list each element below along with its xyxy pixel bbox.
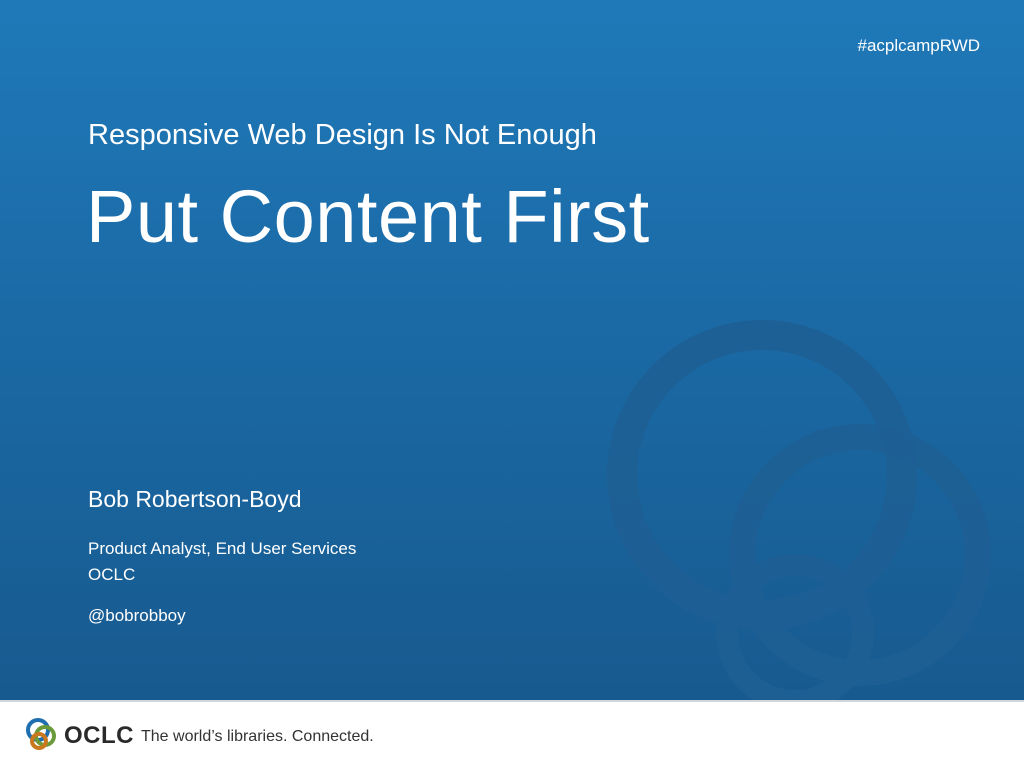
hashtag: #acplcampRWD	[857, 36, 980, 55]
slide-title: Put Content First	[86, 175, 650, 258]
author-organization: OCLC	[88, 565, 136, 584]
rings-decoration-icon	[607, 320, 991, 700]
footer-tagline: The world’s libraries. Connected.	[141, 728, 374, 745]
oclc-logo-icon	[26, 718, 56, 750]
slide-background: #acplcampRWD Responsive Web Design Is No…	[0, 0, 1024, 700]
author-handle: @bobrobboy	[88, 606, 186, 625]
author-role-title: Product Analyst, End User Services	[88, 539, 357, 558]
slide-subtitle: Responsive Web Design Is Not Enough	[88, 119, 597, 151]
slide: #acplcampRWD Responsive Web Design Is No…	[0, 0, 1024, 768]
author-role: Product Analyst, End User Services OCLC	[88, 536, 356, 588]
footer: OCLC The world’s libraries. Connected.	[0, 700, 1024, 768]
oclc-logo-text: OCLC	[64, 722, 134, 749]
author-name: Bob Robertson-Boyd	[88, 486, 302, 512]
